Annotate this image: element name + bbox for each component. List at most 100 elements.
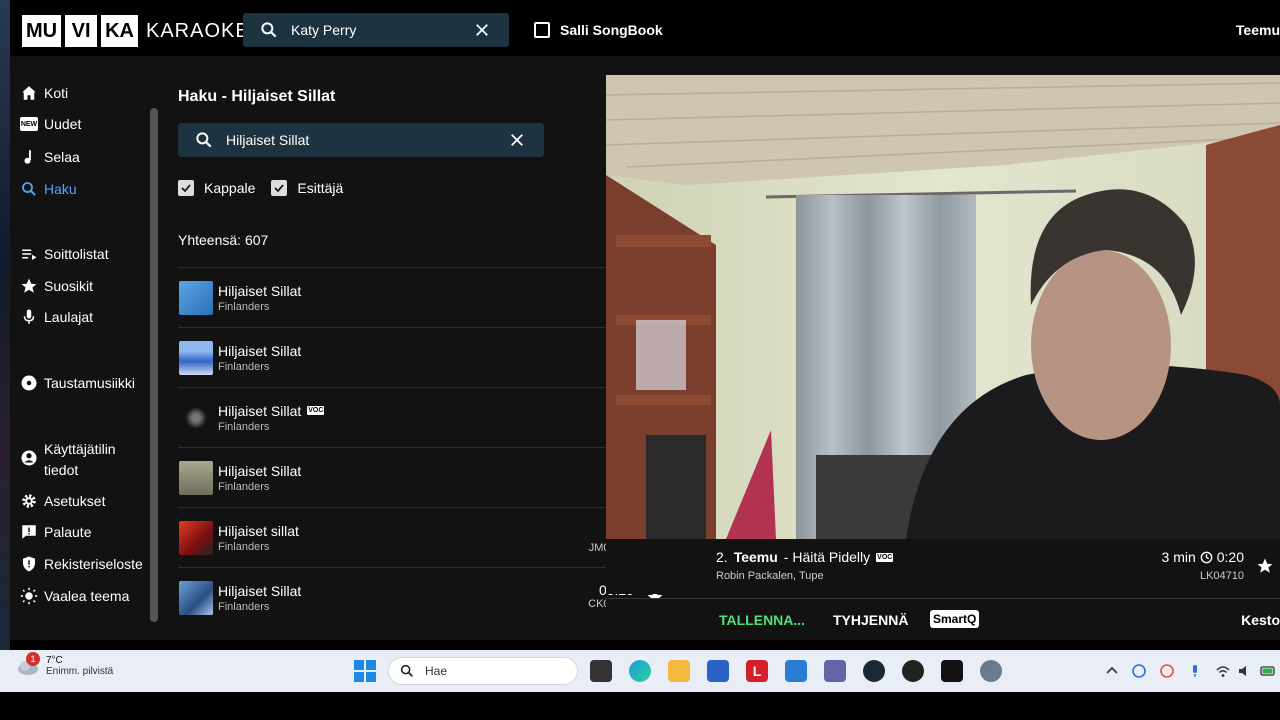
network-tray-icon[interactable] [1131, 663, 1147, 679]
queue-current-item[interactable]: 2. Teemu - Häitä Pidelly VOC Robin Packa… [606, 539, 1280, 594]
sidebar-item-label: Palaute [44, 524, 92, 540]
duration-label: Kesto [1241, 612, 1280, 628]
song-title: Hiljaiset sillat [218, 522, 299, 539]
sidebar-item-browse[interactable]: Selaa [20, 148, 80, 166]
sidebar-item-settings[interactable]: Asetukset [20, 492, 105, 510]
battery-icon[interactable] [1260, 663, 1276, 679]
filter-artist[interactable]: Esittäjä [271, 180, 343, 196]
list-item[interactable]: Hiljaiset Sillat VOC Finlanders [178, 387, 678, 447]
search-icon [22, 182, 36, 196]
outlook-icon[interactable] [785, 660, 807, 682]
vocal-badge: VOC [876, 552, 894, 562]
top-search-field[interactable]: Katy Perry [243, 13, 509, 47]
list-item[interactable]: Hiljaiset Sillat Finlanders [178, 447, 678, 507]
star-icon[interactable] [1256, 557, 1274, 575]
queue-artist: Robin Packalen, Tupe [716, 570, 824, 582]
save-button[interactable]: TALLENNA... [719, 612, 805, 628]
album-thumbnail [179, 520, 213, 555]
playlist-icon [22, 249, 37, 260]
microphone-icon [23, 309, 35, 324]
songbook-checkbox[interactable] [534, 22, 550, 38]
user-name[interactable]: Teemu [1236, 22, 1280, 38]
sidebar-item-search[interactable]: Haku [20, 180, 77, 198]
star-icon [21, 278, 37, 293]
panel-search-field[interactable]: Hiljaiset Sillat [178, 123, 544, 157]
edge-browser-icon[interactable] [629, 660, 651, 682]
sidebar-item-label: Laulajat [44, 309, 94, 325]
video-feed [606, 75, 1280, 539]
sidebar-item-background-music[interactable]: Taustamusiikki [20, 374, 135, 392]
list-item[interactable]: Hiljaiset Sillat Finlanders [178, 267, 678, 327]
queue-position: 2. [716, 549, 728, 565]
sync-tray-icon[interactable] [1159, 663, 1175, 679]
weather-widget[interactable]: 1 7°C Enimm. pilvistä [16, 652, 114, 677]
epic-games-icon[interactable] [941, 660, 963, 682]
store-icon[interactable] [707, 660, 729, 682]
queue-code: LK04710 [1199, 570, 1244, 582]
account-icon [21, 450, 37, 466]
wifi-icon[interactable] [1215, 663, 1231, 679]
album-thumbnail [179, 400, 213, 435]
clear-search-icon[interactable] [473, 21, 491, 39]
recording-app-icon[interactable] [902, 660, 924, 682]
sidebar-item-light-theme[interactable]: Vaalea teema [20, 587, 129, 605]
search-filters: Kappale Esittäjä [178, 180, 343, 196]
vocal-badge: VOC [307, 406, 325, 415]
check-icon [274, 184, 285, 193]
sidebar-item-account[interactable]: Käyttäjätilin tiedot [20, 439, 116, 481]
logo-box-2: VI [65, 15, 98, 47]
logo-box-3: KA [101, 15, 138, 47]
red-l-app-icon[interactable]: L [746, 660, 768, 682]
volume-icon[interactable] [1237, 663, 1253, 679]
microphone-tray-icon[interactable] [1187, 663, 1203, 679]
list-item[interactable]: Hiljaiset Sillat Finlanders [178, 327, 678, 387]
file-explorer-icon[interactable] [668, 660, 690, 682]
sidebar-item-singers[interactable]: Laulajat [20, 308, 93, 326]
song-artist: Finlanders [218, 600, 270, 613]
taskbar-search[interactable]: Hae [388, 657, 578, 685]
chevron-up-icon[interactable] [1104, 663, 1120, 679]
top-search-input[interactable]: Katy Perry [291, 22, 473, 38]
clear-search-icon[interactable] [508, 131, 526, 149]
teams-icon[interactable] [824, 660, 846, 682]
clear-button[interactable]: TYHJENNÄ [833, 612, 908, 628]
filter-song-label: Kappale [204, 180, 256, 196]
queue-time: 3 min 0:20 [1162, 549, 1244, 565]
clock-icon [1200, 551, 1213, 563]
sidebar-item-privacy[interactable]: Rekisteriseloste [20, 555, 143, 573]
filter-song-checkbox[interactable] [178, 180, 194, 196]
song-title: Hiljaiset Sillat [218, 342, 302, 359]
sidebar-item-feedback[interactable]: Palaute [20, 523, 91, 541]
windows-start-icon[interactable] [354, 660, 376, 682]
queue-title: 2. Teemu - Häitä Pidelly VOC [716, 549, 894, 565]
taskbar-search-placeholder: Hae [425, 664, 448, 678]
list-item[interactable]: Hiljaiset Sillat Finlanders 03:29 CK0085… [178, 567, 678, 627]
filter-song[interactable]: Kappale [178, 180, 255, 196]
weather-description: Enimm. pilvistä [46, 666, 114, 677]
temperature: 7°C [46, 655, 63, 666]
sidebar-item-favorites[interactable]: Suosikit [20, 277, 93, 295]
songbook-toggle[interactable]: Salli SongBook [534, 22, 663, 38]
sidebar-item-label: Rekisteriseloste [44, 556, 143, 572]
panel-search-input[interactable]: Hiljaiset Sillat [226, 132, 508, 148]
smartq-button[interactable]: SmartQ [930, 610, 980, 628]
top-bar: MU VI KA KARAOKE Katy Perry Salli SongBo… [10, 6, 1280, 56]
search-icon [261, 22, 277, 38]
steam-icon[interactable] [863, 660, 885, 682]
sidebar-item-label: Selaa [44, 149, 80, 165]
disc-icon [21, 375, 37, 391]
sidebar-item-playlists[interactable]: Soittolistat [20, 245, 109, 263]
app-logo[interactable]: MU VI KA KARAOKE [22, 15, 250, 47]
webcam-image [606, 75, 1280, 539]
sidebar-scrollbar[interactable] [150, 108, 158, 622]
settings-app-icon[interactable] [980, 660, 1002, 682]
karaoke-app-window: MU VI KA KARAOKE Katy Perry Salli SongBo… [10, 6, 1280, 640]
sidebar-item-new[interactable]: NEW Uudet [20, 116, 81, 132]
sidebar-item-home[interactable]: Koti [20, 84, 68, 102]
list-item[interactable]: Hiljaiset sillat Finlanders JM00280 [178, 507, 678, 567]
song-artist: Finlanders [218, 300, 270, 313]
task-view-icon[interactable] [590, 660, 612, 682]
filter-artist-checkbox[interactable] [271, 180, 288, 196]
sidebar-item-label-2: tiedot [44, 462, 79, 478]
home-icon [22, 86, 36, 100]
